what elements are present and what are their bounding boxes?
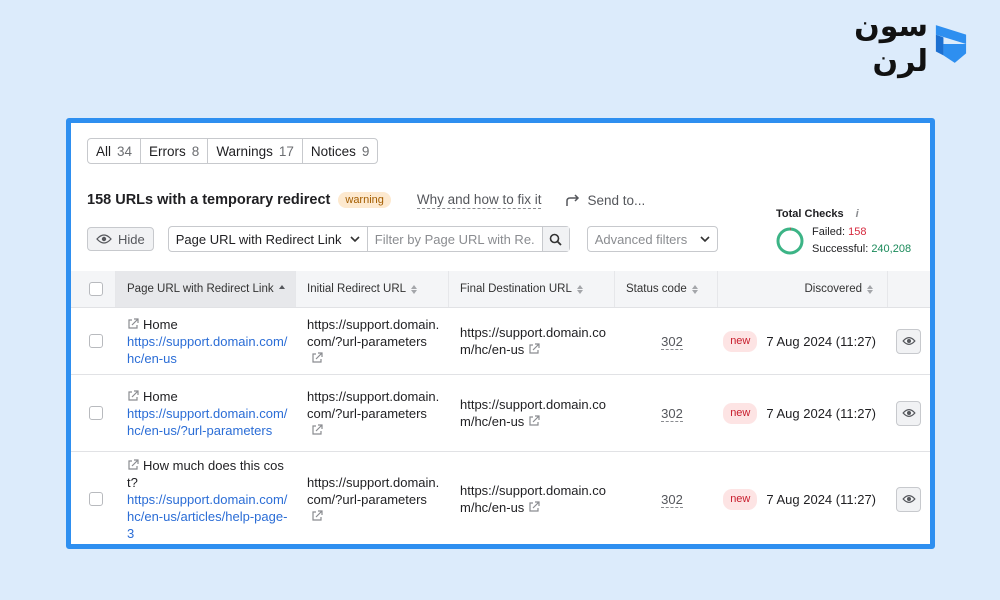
external-link-icon[interactable] bbox=[127, 458, 139, 471]
brand-logo: سون لرن bbox=[796, 9, 968, 79]
external-link-icon[interactable] bbox=[311, 351, 323, 364]
page-title: Home bbox=[143, 388, 178, 404]
col-page-url[interactable]: Page URL with Redirect Link bbox=[116, 271, 296, 307]
tab-count: 17 bbox=[278, 143, 294, 159]
send-to-button[interactable]: Send to... bbox=[565, 193, 645, 208]
logo-mark-icon bbox=[935, 25, 967, 63]
status-code[interactable]: 302 bbox=[661, 491, 683, 508]
info-icon[interactable]: i bbox=[856, 208, 859, 220]
failed-label: Failed: bbox=[812, 226, 846, 238]
filter-group: Page URL with Redirect Link bbox=[167, 226, 570, 252]
warning-badge: warning bbox=[338, 192, 391, 208]
col-discovered[interactable]: Discovered bbox=[718, 271, 888, 307]
search-button[interactable] bbox=[541, 227, 569, 251]
view-button[interactable] bbox=[896, 328, 921, 354]
failed-value: 158 bbox=[848, 226, 867, 238]
share-arrow-icon bbox=[566, 194, 580, 206]
table-row: Home https://support.domain.com/hc/en-us… bbox=[71, 375, 930, 452]
eye-icon bbox=[901, 495, 916, 503]
successful-value: 240,208 bbox=[871, 243, 912, 255]
row-checkbox[interactable] bbox=[89, 492, 103, 506]
external-link-icon[interactable] bbox=[311, 509, 323, 522]
chevron-down-icon bbox=[350, 236, 360, 242]
total-checks-title: Total Checks bbox=[776, 208, 844, 220]
page-title: How much does this cost? bbox=[127, 457, 284, 490]
advanced-filters-select[interactable]: Advanced filters bbox=[586, 226, 718, 252]
issue-header: 158 URLs with a temporary redirect warni… bbox=[87, 189, 645, 211]
page-url-link[interactable]: https://support.domain.com/hc/en-us/arti… bbox=[127, 491, 288, 542]
col-initial-url[interactable]: Initial Redirect URL bbox=[296, 271, 449, 307]
issues-card: All 34 Errors 8 Warnings 17 Notices 9 158 UR… bbox=[66, 118, 935, 549]
eye-icon bbox=[901, 409, 916, 417]
page-url-link[interactable]: https://support.domain.com/hc/en-us/?url… bbox=[127, 405, 288, 439]
why-fix-link[interactable]: Why and how to fix it bbox=[416, 192, 542, 209]
new-badge: new bbox=[723, 330, 758, 352]
checks-donut-chart bbox=[776, 227, 804, 255]
status-code[interactable]: 302 bbox=[661, 333, 683, 350]
table-row: Home https://support.domain.com/hc/en-us… bbox=[71, 308, 930, 375]
external-link-icon[interactable] bbox=[528, 501, 540, 513]
filter-input[interactable] bbox=[367, 227, 542, 251]
sort-icon bbox=[691, 284, 698, 294]
search-icon bbox=[549, 233, 562, 246]
logo-text: سون لرن bbox=[854, 9, 929, 79]
discovered-date: 7 Aug 2024 (11:27) bbox=[766, 333, 876, 349]
tab-warnings[interactable]: Warnings 17 bbox=[208, 139, 303, 163]
tab-errors[interactable]: Errors 8 bbox=[141, 139, 209, 163]
new-badge: new bbox=[723, 488, 758, 510]
new-badge: new bbox=[723, 402, 758, 424]
table-row: How much does this cost? https://support… bbox=[71, 452, 930, 544]
eye-icon bbox=[96, 234, 112, 244]
sort-icon bbox=[576, 284, 583, 294]
total-checks-panel: Total Checks i Failed: 158 Successful: 24… bbox=[776, 208, 926, 258]
discovered-date: 7 Aug 2024 (11:27) bbox=[766, 491, 876, 507]
sort-icon bbox=[411, 284, 418, 294]
row-checkbox[interactable] bbox=[89, 334, 103, 348]
issue-title: 158 URLs with a temporary redirect bbox=[87, 192, 331, 208]
successful-label: Successful: bbox=[812, 243, 869, 255]
status-code[interactable]: 302 bbox=[661, 405, 683, 422]
initial-url: https://support.domain.com/?url-paramete… bbox=[307, 474, 440, 507]
page-url-link[interactable]: https://support.domain.com/hc/en-us bbox=[127, 333, 288, 367]
external-link-icon[interactable] bbox=[127, 317, 139, 330]
select-all-checkbox[interactable] bbox=[89, 282, 103, 296]
sort-icon bbox=[867, 284, 873, 294]
table-header: Page URL with Redirect Link Initial Redi… bbox=[71, 271, 930, 308]
issue-type-tabs: All 34 Errors 8 Warnings 17 Notices 9 bbox=[87, 138, 379, 164]
tab-count: 8 bbox=[191, 143, 200, 159]
page-title: Home bbox=[143, 316, 178, 332]
sort-icon bbox=[278, 284, 285, 294]
tab-all[interactable]: All 34 bbox=[88, 139, 142, 163]
view-button[interactable] bbox=[896, 486, 921, 512]
chevron-down-icon bbox=[700, 236, 710, 242]
initial-url: https://support.domain.com/?url-paramete… bbox=[307, 316, 440, 349]
external-link-icon[interactable] bbox=[127, 389, 139, 402]
table-toolbar: Hide Page URL with Redirect Link Advance… bbox=[87, 226, 718, 252]
discovered-date: 7 Aug 2024 (11:27) bbox=[766, 405, 876, 421]
view-button[interactable] bbox=[896, 400, 921, 426]
external-link-icon[interactable] bbox=[528, 343, 540, 355]
filter-column-select[interactable]: Page URL with Redirect Link bbox=[169, 227, 368, 251]
external-link-icon[interactable] bbox=[528, 415, 540, 427]
row-checkbox[interactable] bbox=[89, 406, 103, 420]
eye-icon bbox=[901, 337, 916, 345]
initial-url: https://support.domain.com/?url-paramete… bbox=[307, 388, 440, 421]
col-final-url[interactable]: Final Destination URL bbox=[449, 271, 615, 307]
issues-table: Page URL with Redirect Link Initial Redi… bbox=[71, 271, 930, 544]
col-status-code[interactable]: Status code bbox=[615, 271, 718, 307]
external-link-icon[interactable] bbox=[311, 423, 323, 436]
tab-notices[interactable]: Notices 9 bbox=[303, 139, 378, 163]
tab-count: 34 bbox=[117, 143, 133, 159]
tab-count: 9 bbox=[361, 143, 370, 159]
hide-button[interactable]: Hide bbox=[87, 227, 154, 251]
